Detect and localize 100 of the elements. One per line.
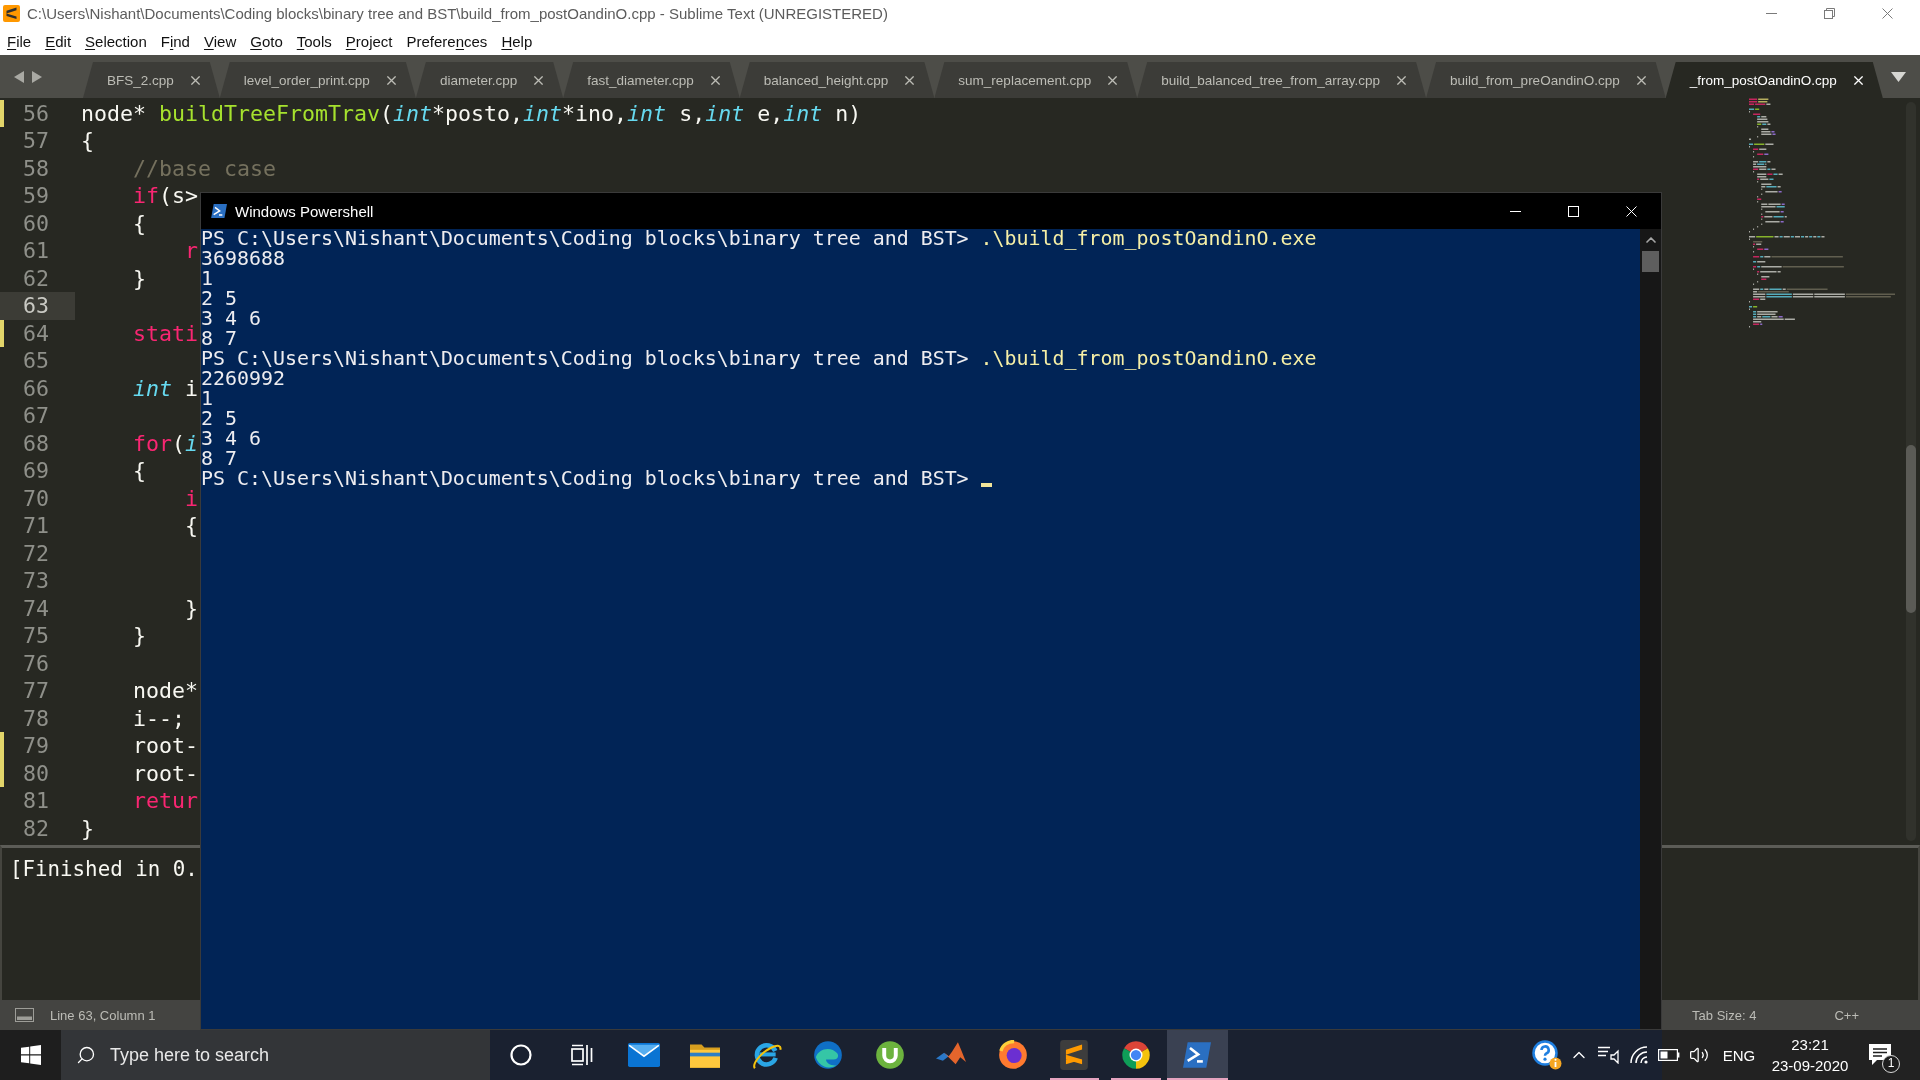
tab-close-icon[interactable]	[1636, 75, 1646, 85]
line-number: 78	[22, 704, 50, 732]
panel-icon[interactable]	[15, 1008, 34, 1022]
code-line: root-	[133, 759, 198, 787]
code-line: root-	[133, 732, 198, 760]
line-number: 76	[22, 649, 50, 677]
code-line: retur	[133, 787, 198, 815]
editor-tab[interactable]: level_order_print.cpp	[219, 62, 416, 98]
triangle-right-icon[interactable]	[32, 70, 42, 83]
restore-icon[interactable]	[1823, 8, 1835, 19]
folder-icon[interactable]	[690, 1042, 721, 1068]
line-number: 80	[22, 759, 50, 787]
console-output: 2 5	[201, 409, 237, 429]
scrollbar-thumb[interactable]	[1906, 445, 1916, 613]
editor-tab[interactable]: balanced_height.cpp	[739, 62, 935, 98]
code-line: }	[133, 264, 146, 292]
segmented-circle-icon[interactable]	[1120, 1040, 1151, 1070]
search-icon	[76, 1045, 96, 1065]
task-view-icon[interactable]	[571, 1044, 594, 1066]
console-output: 2 5	[201, 289, 237, 309]
syntax-name[interactable]: C++	[1834, 1007, 1859, 1023]
windows-logo-icon[interactable]	[20, 1045, 41, 1065]
flame-globe-icon[interactable]	[997, 1040, 1028, 1070]
notification-count: 1	[1882, 1055, 1900, 1073]
tab-close-icon[interactable]	[386, 75, 396, 85]
u-badge-icon[interactable]	[874, 1040, 905, 1070]
console-output: 3698688	[201, 249, 285, 269]
code-line: }	[133, 622, 146, 650]
search-field[interactable]: Type here to search	[61, 1030, 490, 1080]
console-output: 3 4 6	[201, 309, 261, 329]
code-line: i	[185, 484, 198, 512]
console-prompt: PS C:\Users\Nishant\Documents\Coding blocks\binary tree and BST>	[201, 229, 969, 249]
e-logo-icon[interactable]	[751, 1040, 782, 1070]
clock-time[interactable]: 23:21	[1791, 1036, 1829, 1053]
circle-icon[interactable]	[509, 1044, 532, 1066]
editor-tab[interactable]: build_balanced_tree_from_array.cpp	[1137, 62, 1427, 98]
menu-item[interactable]: Help	[494, 27, 540, 55]
console-command: .\build_from_postOandinO.exe	[980, 349, 1317, 369]
volume-icon[interactable]	[1689, 1045, 1709, 1065]
menu-item[interactable]: File	[0, 27, 39, 55]
console-output: 3 4 6	[201, 429, 261, 449]
console-output: 8 7	[201, 329, 237, 349]
menu-item[interactable]: Find	[153, 27, 197, 55]
battery-icon[interactable]	[1658, 1049, 1680, 1061]
code-line: {	[185, 512, 198, 540]
tab-close-icon[interactable]	[1108, 75, 1118, 85]
tab-close-icon[interactable]	[534, 75, 544, 85]
editor-tab[interactable]: build_from_preOandinO.cpp	[1426, 62, 1666, 98]
help-icon[interactable]	[1532, 1040, 1562, 1070]
menu-item[interactable]: Selection	[78, 27, 154, 55]
code-minimap[interactable]	[1749, 98, 1895, 329]
console-output: 1	[201, 269, 213, 289]
language-indicator[interactable]: ENG	[1722, 1046, 1756, 1064]
line-number: 81	[22, 787, 50, 815]
line-number: 57	[22, 127, 50, 155]
menu-item[interactable]: Goto	[243, 27, 290, 55]
maximize-icon[interactable]	[1567, 205, 1579, 217]
line-number: 60	[22, 209, 50, 237]
line-number: 69	[22, 457, 50, 485]
code-line: node* buildTreeFromTrav(int*posto,int*ino,int s,int e,int n)	[81, 99, 862, 127]
terminal-icon[interactable]	[1183, 1042, 1212, 1068]
envelope-icon[interactable]	[627, 1043, 660, 1067]
code-line: {	[81, 127, 94, 155]
clock-date[interactable]: 23-09-2020	[1771, 1057, 1849, 1074]
menu-item[interactable]: View	[196, 27, 244, 55]
editor-tab[interactable]: fast_diameter.cpp	[563, 62, 740, 98]
terminal-icon	[211, 203, 227, 219]
editor-tab[interactable]: BFS_2.cpp	[83, 62, 220, 98]
line-number: 70	[22, 484, 50, 512]
editor-tab[interactable]: diameter.cpp	[415, 62, 564, 98]
taskbar-button[interactable]	[1166, 1030, 1228, 1080]
editor-tab[interactable]: sum_replacement.cpp	[934, 62, 1138, 98]
tab-close-icon[interactable]	[1397, 75, 1407, 85]
menu-item[interactable]: Project	[338, 27, 400, 55]
scrollbar-thumb[interactable]	[1642, 251, 1659, 272]
editor-scrollbar[interactable]	[1906, 102, 1916, 841]
tab-close-icon[interactable]	[905, 75, 915, 85]
code-line: for(i	[133, 429, 199, 457]
triangle-down-icon[interactable]	[1890, 71, 1906, 82]
triangle-left-icon[interactable]	[14, 70, 24, 83]
wifi-icon[interactable]	[1630, 1046, 1648, 1064]
menu-item[interactable]: Tools	[289, 27, 339, 55]
cursor-position: Line 63, Column 1	[50, 1007, 156, 1023]
console-command: .\build_from_postOandinO.exe	[980, 229, 1317, 249]
tab-close-icon[interactable]	[190, 75, 200, 85]
editor-tab[interactable]: _from_postOandinO.cpp	[1665, 62, 1883, 98]
menu-item[interactable]: Preferences	[399, 27, 495, 55]
zigzag-tile-icon[interactable]	[1060, 1040, 1089, 1070]
text-cursor-icon	[980, 483, 992, 487]
menu-item[interactable]: Edit	[38, 27, 79, 55]
line-number: 74	[22, 594, 50, 622]
tab-close-icon[interactable]	[710, 75, 720, 85]
tab-size[interactable]: Tab Size: 4	[1692, 1007, 1757, 1023]
line-number: 82	[22, 814, 50, 842]
code-line: i--;	[133, 704, 185, 732]
line-number: 79	[22, 732, 50, 760]
swirl-icon[interactable]	[813, 1040, 844, 1070]
lines-speaker-icon[interactable]	[1598, 1046, 1620, 1064]
code-line: if(s>	[133, 182, 199, 210]
line-number: 62	[22, 264, 50, 292]
